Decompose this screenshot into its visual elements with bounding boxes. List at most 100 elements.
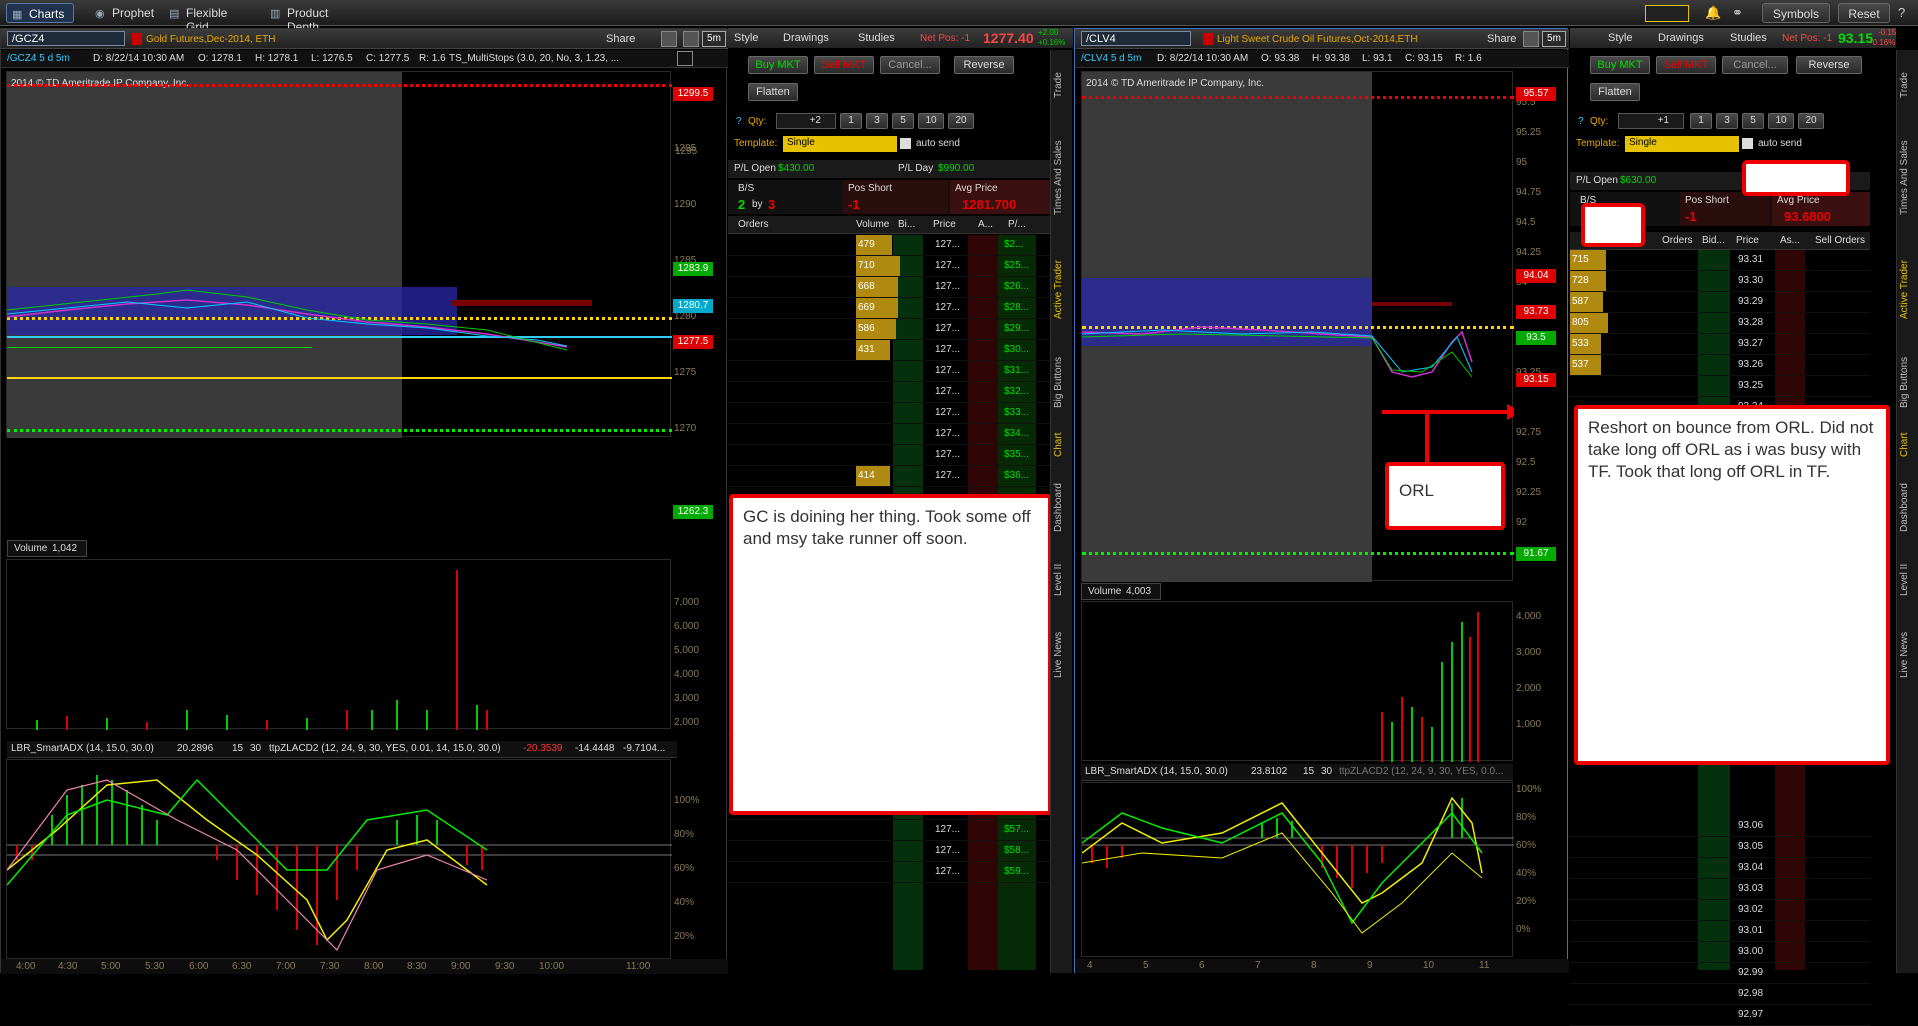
- right-drawings-button[interactable]: Drawings: [1658, 32, 1704, 44]
- right-qty-3[interactable]: 3: [1716, 113, 1738, 129]
- left-cancel-button[interactable]: Cancel...: [880, 56, 940, 74]
- table-row[interactable]: 127... $32...: [728, 382, 1050, 403]
- symbols-button[interactable]: Symbols: [1762, 3, 1830, 23]
- table-row[interactable]: 127... $34...: [728, 424, 1050, 445]
- link-icon[interactable]: ⚭: [1732, 5, 1743, 21]
- table-row[interactable]: 533 93.27: [1570, 334, 1870, 355]
- side-tab-live-news[interactable]: Live News: [1053, 620, 1071, 690]
- tab-prophet[interactable]: ◉ Prophet: [90, 3, 156, 23]
- right-qty-1[interactable]: 1: [1690, 113, 1712, 129]
- table-row[interactable]: 414 127... $36...: [728, 466, 1050, 487]
- side-tab-big-buttons[interactable]: Big Buttons: [1053, 345, 1071, 420]
- side-tab-chart[interactable]: Chart: [1899, 425, 1917, 465]
- table-row[interactable]: 127... $35...: [728, 445, 1050, 466]
- right-style-button[interactable]: Style: [1608, 32, 1632, 44]
- bell-icon[interactable]: 🔔: [1705, 5, 1721, 21]
- table-row[interactable]: 728 93.30: [1570, 271, 1870, 292]
- table-row[interactable]: 669 127... $28...: [728, 298, 1050, 319]
- table-row[interactable]: 92.98: [1570, 984, 1870, 1005]
- left-share-button[interactable]: Share: [606, 33, 635, 45]
- table-row[interactable]: 479 127... $2...: [728, 235, 1050, 256]
- right-qty-input[interactable]: +1: [1618, 113, 1684, 129]
- table-row[interactable]: 93.05: [1570, 837, 1870, 858]
- side-tab-big-buttons[interactable]: Big Buttons: [1899, 345, 1917, 420]
- side-tab-level-ii[interactable]: Level II: [1053, 550, 1071, 610]
- left-autosend-checkbox[interactable]: [900, 138, 911, 149]
- table-row[interactable]: 127... $31...: [728, 361, 1050, 382]
- table-row[interactable]: 587 93.29: [1570, 292, 1870, 313]
- table-row[interactable]: 93.04: [1570, 858, 1870, 879]
- left-wrench-icon[interactable]: [683, 31, 699, 47]
- left-qty-3[interactable]: 3: [866, 113, 888, 129]
- side-tab-trade[interactable]: Trade: [1053, 60, 1071, 110]
- side-tab-dashboard[interactable]: Dashboard: [1899, 470, 1917, 545]
- right-qty-20[interactable]: 20: [1798, 113, 1824, 129]
- table-row[interactable]: 93.02: [1570, 900, 1870, 921]
- left-qty-20[interactable]: 20: [948, 113, 974, 129]
- left-qty-input[interactable]: +2: [776, 113, 836, 129]
- right-qty-5[interactable]: 5: [1742, 113, 1764, 129]
- side-tab-chart[interactable]: Chart: [1053, 425, 1071, 465]
- tab-charts[interactable]: ▦ Charts: [6, 3, 74, 23]
- table-row[interactable]: 127... $58...: [728, 841, 1050, 862]
- right-reverse-button[interactable]: Reverse: [1796, 56, 1862, 74]
- side-tab-trade[interactable]: Trade: [1899, 60, 1917, 110]
- right-cancel-button[interactable]: Cancel...: [1722, 56, 1788, 74]
- table-row[interactable]: 715 93.31: [1570, 250, 1870, 271]
- left-drawings-button[interactable]: Drawings: [783, 32, 829, 44]
- table-row[interactable]: 537 93.26: [1570, 355, 1870, 376]
- left-style-button[interactable]: Style: [734, 32, 758, 44]
- side-tab-active-trader[interactable]: Active Trader: [1053, 245, 1071, 335]
- right-symbol-input[interactable]: /CLV4: [1081, 31, 1191, 46]
- table-row[interactable]: 127... $33...: [728, 403, 1050, 424]
- right-sell-mkt-button[interactable]: Sell MKT: [1656, 56, 1716, 74]
- right-qty-help-icon[interactable]: ?: [1578, 116, 1584, 127]
- table-row[interactable]: 93.03: [1570, 879, 1870, 900]
- side-tab-times-sales[interactable]: Times And Sales: [1053, 120, 1071, 235]
- left-template-select[interactable]: Single: [783, 136, 897, 152]
- left-price-chart[interactable]: 2014 © TD Ameritrade IP Company, Inc. 12…: [6, 71, 697, 438]
- side-tab-level-ii[interactable]: Level II: [1899, 550, 1917, 610]
- table-row[interactable]: 127... $57...: [728, 820, 1050, 841]
- right-settings-icon[interactable]: [1523, 31, 1539, 47]
- tab-product-depth[interactable]: ▥ Product Depth: [265, 3, 365, 34]
- table-row[interactable]: 93.25: [1570, 376, 1870, 397]
- table-row[interactable]: 431 127... $30...: [728, 340, 1050, 361]
- table-row[interactable]: 127... $59...: [728, 862, 1050, 883]
- right-flatten-button[interactable]: Flatten: [1590, 83, 1640, 101]
- help-icon[interactable]: ?: [1898, 5, 1905, 20]
- left-qty-help-icon[interactable]: ?: [736, 116, 742, 127]
- left-studies-button[interactable]: Studies: [858, 32, 895, 44]
- reset-button[interactable]: Reset: [1838, 3, 1890, 23]
- left-chart-expand-icon[interactable]: [677, 51, 693, 66]
- layout-grid-icon[interactable]: [1645, 5, 1689, 22]
- right-template-select[interactable]: Single: [1625, 136, 1739, 152]
- left-interval-selector[interactable]: 5m: [702, 31, 726, 47]
- left-settings-icon[interactable]: [661, 31, 677, 47]
- tab-flexible-grid[interactable]: ▤ Flexible Grid: [164, 3, 254, 34]
- table-row[interactable]: 93.00: [1570, 942, 1870, 963]
- table-row[interactable]: 586 127... $29...: [728, 319, 1050, 340]
- table-row[interactable]: 668 127... $26...: [728, 277, 1050, 298]
- right-qty-10[interactable]: 10: [1768, 113, 1794, 129]
- table-row[interactable]: 710 127... $25...: [728, 256, 1050, 277]
- table-row[interactable]: 92.99: [1570, 963, 1870, 984]
- right-studies-button[interactable]: Studies: [1730, 32, 1767, 44]
- side-tab-active-trader[interactable]: Active Trader: [1899, 245, 1917, 335]
- right-interval-selector[interactable]: 5m: [1542, 31, 1566, 47]
- left-qty-1[interactable]: 1: [840, 113, 862, 129]
- table-row[interactable]: 93.06: [1570, 816, 1870, 837]
- table-row[interactable]: 93.01: [1570, 921, 1870, 942]
- left-symbol-input[interactable]: /GCZ4: [7, 31, 125, 46]
- left-buy-mkt-button[interactable]: Buy MKT: [748, 56, 808, 74]
- left-qty-10[interactable]: 10: [918, 113, 944, 129]
- table-row[interactable]: 805 93.28: [1570, 313, 1870, 334]
- left-flatten-button[interactable]: Flatten: [748, 83, 798, 101]
- left-reverse-button[interactable]: Reverse: [954, 56, 1014, 74]
- table-row[interactable]: 92.97: [1570, 1005, 1870, 1026]
- right-autosend-checkbox[interactable]: [1742, 138, 1753, 149]
- left-sell-mkt-button[interactable]: Sell MKT: [814, 56, 874, 74]
- side-tab-live-news[interactable]: Live News: [1899, 620, 1917, 690]
- right-share-button[interactable]: Share: [1487, 33, 1516, 45]
- right-buy-mkt-button[interactable]: Buy MKT: [1590, 56, 1650, 74]
